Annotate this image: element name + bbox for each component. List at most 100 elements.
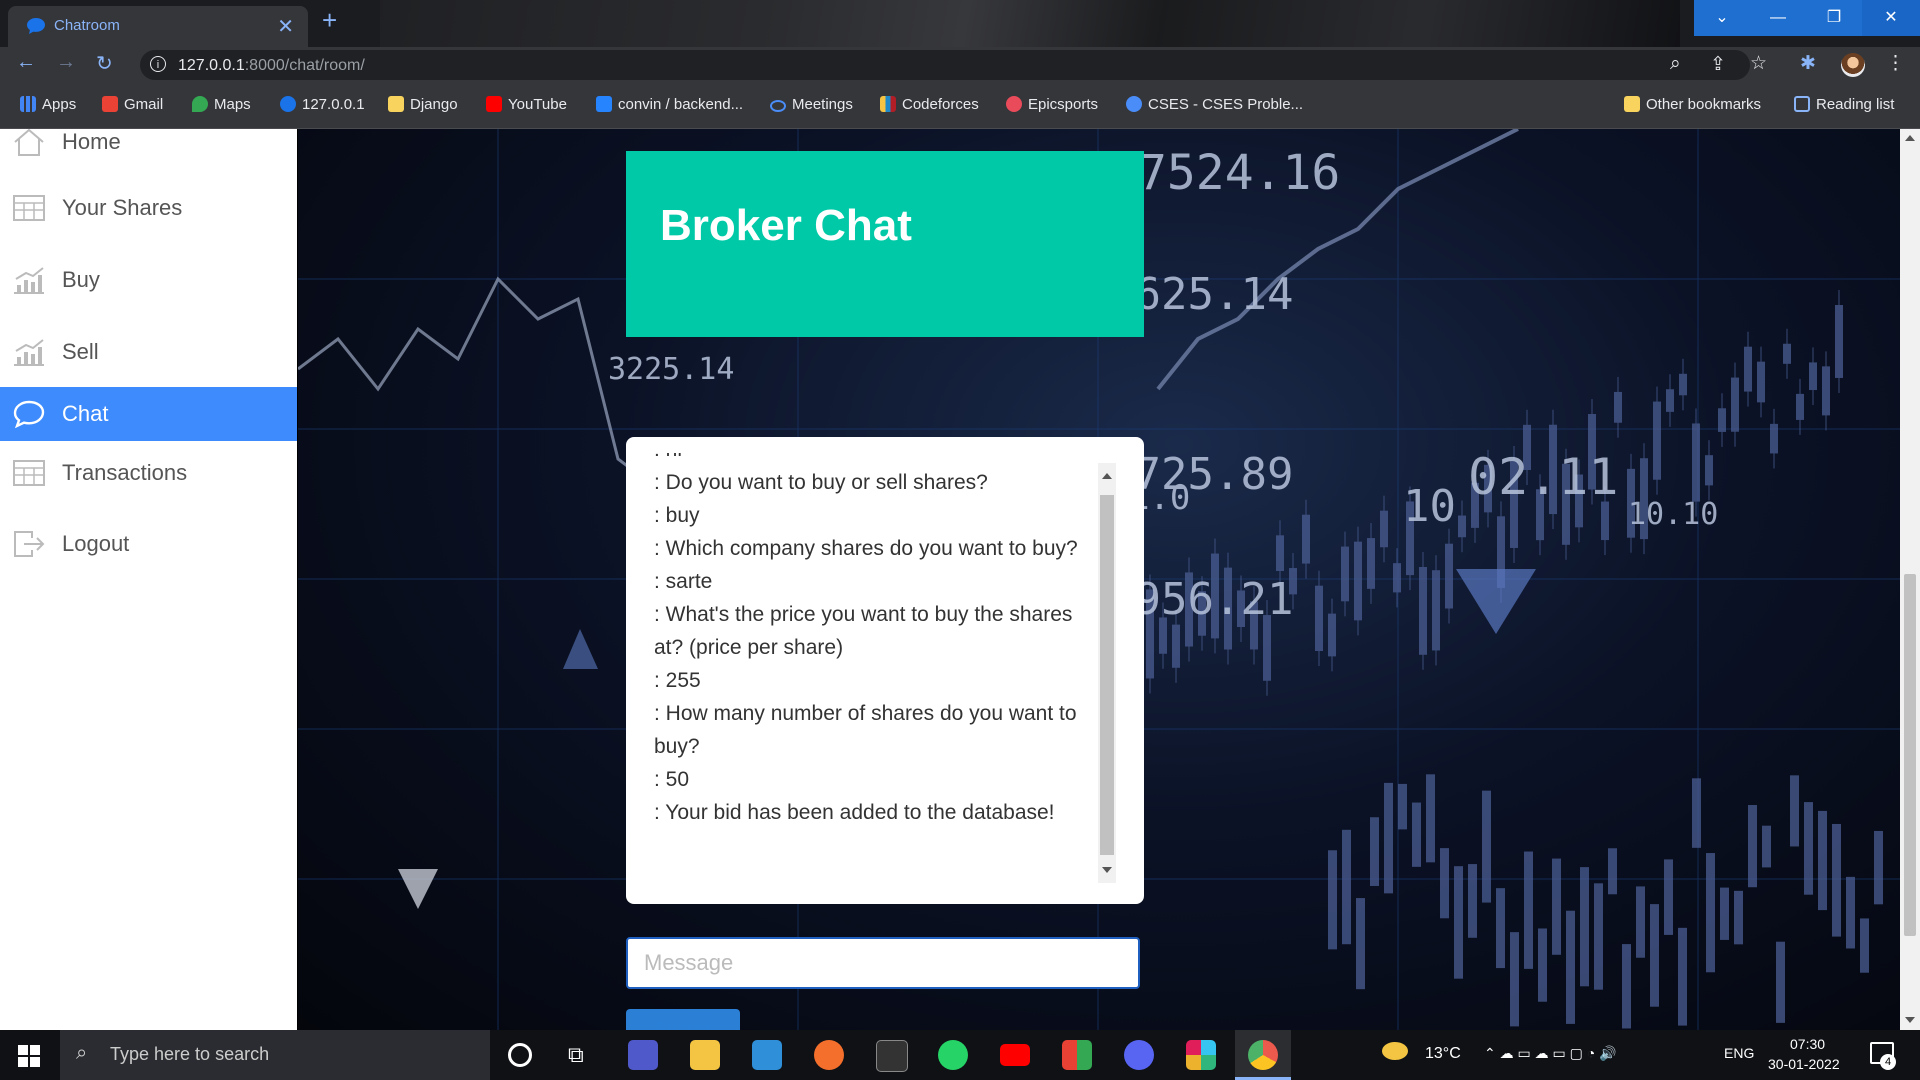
sidebar-item-home[interactable]: Home [0,129,297,169]
share-icon[interactable]: ⇪ [1710,53,1726,76]
windows-start-icon[interactable] [18,1045,40,1067]
restore-icon[interactable]: ❐ [1806,0,1862,36]
chat-message: : 255 [654,669,701,692]
sidebar: Home Your Shares Buy Sell Chat Transacti… [0,129,297,1030]
bookmark-django[interactable]: Django [388,96,458,113]
site-info-icon[interactable]: i [150,56,166,72]
weather-temp[interactable]: 13°C [1425,1045,1461,1063]
bookmark-apps[interactable]: Apps [20,96,76,113]
header-card: Broker Chat [626,151,1144,337]
sidebar-item-your-shares[interactable]: Your Shares [0,181,297,235]
background-candle-wick [1838,290,1840,393]
weather-icon[interactable] [1382,1042,1408,1060]
bookmark-localhost[interactable]: 127.0.0.1 [280,96,365,113]
profile-avatar[interactable] [1841,53,1865,77]
extensions-icon[interactable]: ✱ [1800,52,1816,75]
bookmark-codeforces[interactable]: Codeforces [880,96,979,113]
whatsapp-icon[interactable] [938,1040,968,1070]
task-view-icon[interactable]: ⧉ [568,1042,584,1068]
background-candle [1468,864,1477,938]
background-candle-wick [1448,528,1450,624]
clock-date[interactable]: 30-01-2022 [1768,1056,1840,1072]
new-tab-icon[interactable]: + [322,6,337,34]
tab-bar-background [380,0,1680,47]
url-path: :8000/chat/room/ [244,57,365,74]
background-candle [1580,867,1589,987]
page-title: Broker Chat [660,201,912,250]
tab-title: Chatroom [54,17,120,34]
page-scrollbar[interactable] [1900,129,1920,1030]
bookmark-label: Epicsports [1028,96,1099,113]
chat-log-box[interactable]: : hi : Do you want to buy or sell shares… [626,437,1144,904]
bookmark-label: Meetings [792,96,853,113]
background-candle [1566,910,1575,1024]
web-page: 7524.16 6625.14 6725.89 3225.14 02.11 10… [0,129,1920,1030]
tab-search-icon[interactable]: ⌄ [1694,0,1750,36]
sidebar-item-buy[interactable]: Buy [0,253,297,307]
sidebar-item-logout[interactable]: Logout [0,517,297,571]
background-candle [1664,859,1673,935]
slack-icon[interactable] [1186,1040,1216,1070]
bookmark-label: CSES - CSES Proble... [1148,96,1304,113]
scrollbar-thumb[interactable] [1904,574,1916,936]
background-candle-wick [1721,393,1723,447]
taskbar-search[interactable]: ⌕ Type here to search [60,1030,490,1080]
background-candle [1426,774,1435,863]
epicsports-icon [1006,96,1022,112]
chart-readout: 3225.14 [608,352,734,387]
background-candle [1440,848,1449,919]
background-candle [1398,783,1407,830]
scroll-down-icon[interactable] [1905,1017,1915,1023]
bookmark-convin[interactable]: convin / backend... [596,96,743,113]
reload-icon[interactable]: ↻ [96,51,113,76]
language-indicator[interactable]: ENG [1724,1045,1754,1061]
background-candle-wick [1734,362,1736,447]
forward-icon[interactable]: → [56,51,76,74]
discord-icon[interactable] [1124,1040,1154,1070]
scroll-up-icon[interactable] [1905,135,1915,141]
bookmark-meetings[interactable]: Meetings [770,96,853,113]
scroll-up-icon[interactable] [1102,473,1112,479]
notification-count: 4 [1880,1054,1896,1070]
tab-close-icon[interactable]: ✕ [277,14,294,39]
bookmark-reading-list[interactable]: Reading list [1794,96,1894,113]
chat-scrollbar[interactable] [1098,463,1116,883]
zoom-icon[interactable]: ⌕ [1670,53,1681,75]
scroll-down-icon[interactable] [1102,867,1112,873]
background-candle [1860,918,1869,973]
browser-tab[interactable]: Chatroom ✕ [8,6,308,47]
office-icon[interactable] [1062,1040,1092,1070]
bookmark-gmail[interactable]: Gmail [102,96,163,113]
bookmark-epicsports[interactable]: Epicsports [1006,96,1098,113]
chart-icon [14,339,44,366]
message-input[interactable] [626,937,1140,989]
terminal-icon[interactable] [876,1040,908,1072]
back-icon[interactable]: ← [16,51,36,74]
tray-icons[interactable]: ⌃ ☁ ▭ ☁ ▭ ▢ ◔ 🔊 [1484,1045,1617,1062]
teams-icon[interactable] [628,1040,658,1070]
bookmark-maps[interactable]: Maps [192,96,251,113]
sidebar-item-sell[interactable]: Sell [0,325,297,379]
postman-icon[interactable] [814,1040,844,1070]
scrollbar-thumb[interactable] [1100,495,1114,855]
submit-button[interactable]: Submit [626,1009,740,1030]
cortana-icon[interactable] [508,1043,532,1067]
bookmark-cses[interactable]: CSES - CSES Proble... [1126,96,1303,113]
address-bar[interactable]: i 127.0.0.1:8000/chat/room/ ⌕ ⇪ ☆ [140,50,1767,80]
bookmark-youtube[interactable]: YouTube [486,96,567,113]
clock-time[interactable]: 07:30 [1790,1036,1825,1052]
youtube-icon[interactable] [1000,1044,1030,1066]
chat-log: : hi : Do you want to buy or sell shares… [654,453,1094,893]
close-window-icon[interactable]: ✕ [1862,0,1920,36]
menu-icon[interactable]: ⋮ [1886,52,1905,75]
bookmark-star-icon[interactable]: ☆ [1750,52,1767,75]
sidebar-item-chat[interactable]: Chat [0,387,297,441]
bookmark-other[interactable]: Other bookmarks [1624,96,1761,113]
background-candle [1832,823,1841,937]
minimize-icon[interactable]: — [1750,0,1806,36]
sidebar-item-transactions[interactable]: Transactions [0,446,297,500]
vscode-icon[interactable] [752,1040,782,1070]
file-explorer-icon[interactable] [690,1040,720,1070]
sidebar-item-label: Buy [62,267,100,292]
meetings-icon [770,100,786,112]
